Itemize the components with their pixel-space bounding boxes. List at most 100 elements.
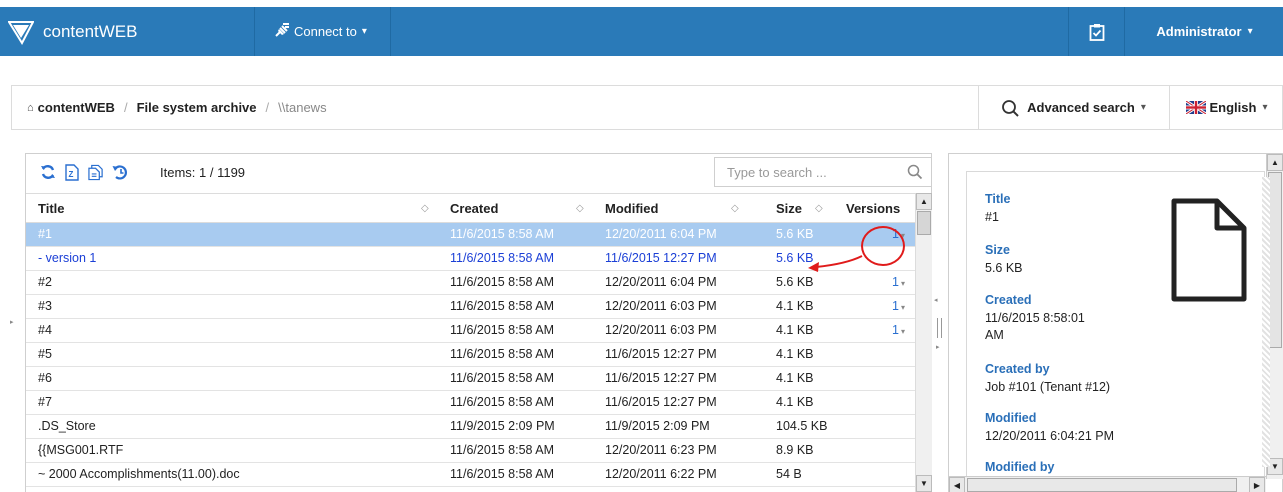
scrollbar-thumb[interactable] <box>1268 172 1282 348</box>
scroll-up-icon[interactable]: ▲ <box>916 193 932 210</box>
grid-header: Title ◇ Created ◇ Modified ◇ Size ◇ Vers… <box>26 193 915 223</box>
resize-hatch <box>1262 177 1270 467</box>
table-row[interactable]: {{MSG001.RTF 11/6/2015 8:58 AM 12/20/2011 … <box>26 439 915 463</box>
connect-to-menu[interactable]: Connect to ▾ <box>256 7 391 56</box>
details-horizontal-scrollbar[interactable]: ◀ ▶ <box>949 476 1266 492</box>
language-selector[interactable]: English ▾ <box>1169 86 1283 129</box>
contentweb-logo-icon <box>8 20 34 45</box>
cell-title: .DS_Store <box>38 419 96 433</box>
cell-title: #1 <box>38 227 52 241</box>
detail-field-created-by: Created by Job #101 (Tenant #12) <box>985 362 1111 394</box>
versions-count: 1 <box>892 275 899 289</box>
cell-modified: 12/20/2011 6:22 PM <box>605 467 717 481</box>
advanced-search-label: Advanced search <box>1027 100 1135 115</box>
language-label: English <box>1209 100 1257 115</box>
version-row[interactable]: - version 1 11/6/2015 8:58 AM 11/6/2015 12… <box>26 247 915 271</box>
cell-size: 8.9 KB <box>776 443 814 457</box>
advanced-search-button[interactable]: Advanced search ▾ <box>978 86 1168 129</box>
scroll-up-icon[interactable]: ▲ <box>1267 154 1283 171</box>
detail-field-size: Size 5.6 KB <box>985 243 1023 275</box>
column-header-size[interactable]: Size ◇ <box>776 194 836 224</box>
scrollbar-thumb[interactable] <box>967 478 1237 492</box>
refresh-icon[interactable] <box>40 163 56 181</box>
restore-history-icon[interactable] <box>112 163 128 181</box>
annotation-circle <box>861 226 905 266</box>
search-icon[interactable] <box>907 164 923 180</box>
column-header-title[interactable]: Title ◇ <box>38 194 438 224</box>
caret-down-icon: ▾ <box>1140 102 1146 113</box>
splitter-grip[interactable] <box>937 318 942 338</box>
versions-link[interactable]: 1 ▾ <box>892 271 914 294</box>
grid-scrollbar[interactable]: ▲ ▼ <box>915 193 932 492</box>
panel-splitter[interactable]: ◂ ▸ <box>932 153 947 492</box>
sort-icon: ◇ <box>731 203 739 214</box>
versions-count: 1 <box>892 299 899 313</box>
cell-created: 11/6/2015 8:58 AM <box>450 395 555 409</box>
column-header-created[interactable]: Created ◇ <box>450 194 590 224</box>
cell-size: 5.6 KB <box>776 227 814 241</box>
collapse-right-icon[interactable]: ▸ <box>936 343 940 351</box>
column-header-modified[interactable]: Modified ◇ <box>605 194 745 224</box>
scroll-down-icon[interactable]: ▼ <box>916 475 932 492</box>
cell-created: 11/6/2015 8:58 AM <box>450 323 555 337</box>
table-row[interactable]: #7 11/6/2015 8:58 AM 11/6/2015 12:27 PM 4.1… <box>26 391 915 415</box>
cell-modified: 12/20/2011 6:03 PM <box>605 323 717 337</box>
scroll-left-icon[interactable]: ◀ <box>949 477 965 492</box>
sort-icon: ◇ <box>421 203 429 214</box>
expand-left-panel-icon[interactable]: ▸ <box>10 318 14 326</box>
cell-title: #5 <box>38 347 52 361</box>
scroll-right-icon[interactable]: ▶ <box>1249 477 1265 492</box>
cell-modified: 12/20/2011 6:04 PM <box>605 227 717 241</box>
svg-text:Z: Z <box>69 170 74 179</box>
grid-search <box>714 157 932 187</box>
table-row[interactable]: #6 11/6/2015 8:58 AM 11/6/2015 12:27 PM 4.1… <box>26 367 915 391</box>
search-icon <box>1002 99 1019 117</box>
detail-field-title: Title #1 <box>985 192 1011 224</box>
table-row[interactable]: #3 11/6/2015 8:58 AM 12/20/2011 6:03 PM 4.1… <box>26 295 915 319</box>
export-files-icon[interactable] <box>88 163 104 181</box>
caret-down-icon: ▾ <box>361 26 367 37</box>
breadcrumb-section[interactable]: File system archive <box>137 100 257 115</box>
breadcrumb: ⌂ contentWEB / File system archive / \\t… <box>27 86 327 129</box>
cell-created: 11/6/2015 8:58 AM <box>450 443 555 457</box>
table-row[interactable]: #4 11/6/2015 8:58 AM 12/20/2011 6:03 PM 4.1… <box>26 319 915 343</box>
cell-created: 11/6/2015 8:58 AM <box>450 251 555 265</box>
cell-size: 4.1 KB <box>776 395 814 409</box>
cell-created: 11/6/2015 8:58 AM <box>450 347 555 361</box>
top-area: contentWEB Connect to ▾ Administrator ▾ <box>0 0 1283 78</box>
table-row[interactable]: ~ 2000 Accomplishments(11.00).doc 11/6/20… <box>26 463 915 487</box>
collapse-left-icon[interactable]: ◂ <box>934 296 938 304</box>
table-row[interactable]: .DS_Store 11/9/2015 2:09 PM 11/9/2015 2:09… <box>26 415 915 439</box>
cell-modified: 12/20/2011 6:23 PM <box>605 443 717 457</box>
detail-field-modified-by: Modified by <box>985 460 1055 474</box>
table-row[interactable]: #5 11/6/2015 8:58 AM 11/6/2015 12:27 PM 4.1… <box>26 343 915 367</box>
breadcrumb-bar: ⌂ contentWEB / File system archive / \\t… <box>11 85 1283 130</box>
grid-search-input[interactable] <box>715 158 895 186</box>
clipboard-button[interactable] <box>1068 7 1125 56</box>
cell-modified: 12/20/2011 6:03 PM <box>605 299 717 313</box>
items-count: Items: 1 / 1199 <box>160 165 246 180</box>
cell-created: 11/6/2015 8:58 AM <box>450 371 555 385</box>
user-menu[interactable]: Administrator ▾ <box>1126 7 1283 56</box>
column-header-versions[interactable]: Versions <box>846 194 911 224</box>
scrollbar-thumb[interactable] <box>917 211 931 235</box>
cell-created: 11/6/2015 8:58 AM <box>450 275 555 289</box>
table-row[interactable]: #1 11/6/2015 8:58 AM 12/20/2011 6:04 PM 5.6… <box>26 223 915 247</box>
table-row[interactable]: #2 11/6/2015 8:58 AM 12/20/2011 6:04 PM 5.6… <box>26 271 915 295</box>
versions-link[interactable]: 1 ▾ <box>892 319 914 342</box>
cell-modified: 12/20/2011 6:04 PM <box>605 275 717 289</box>
versions-count: 1 <box>892 323 899 337</box>
navbar: contentWEB Connect to ▾ Administrator ▾ <box>0 7 1283 56</box>
breadcrumb-separator: / <box>265 100 270 115</box>
export-zip-icon[interactable]: Z <box>64 163 80 181</box>
cell-size: 104.5 KB <box>776 419 828 433</box>
breadcrumb-home[interactable]: contentWEB <box>38 100 115 115</box>
detail-field-created: Created 11/6/2015 8:58:01 AM <box>985 293 1085 342</box>
versions-link[interactable]: 1 ▾ <box>892 295 914 318</box>
cell-title: #3 <box>38 299 52 313</box>
brand[interactable]: contentWEB <box>0 7 255 56</box>
cell-title: - version 1 <box>38 251 97 265</box>
details-panel: Title #1 Size 5.6 KB Created 11/6/2015 8… <box>948 153 1283 492</box>
cell-title: #7 <box>38 395 52 409</box>
cell-size: 4.1 KB <box>776 323 814 337</box>
